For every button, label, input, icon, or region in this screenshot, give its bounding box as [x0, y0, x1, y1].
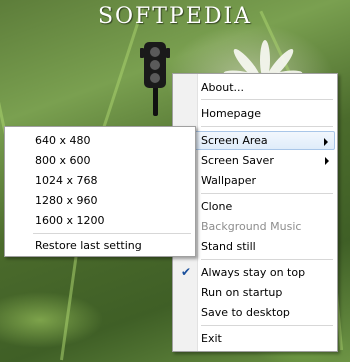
- chevron-right-icon: [325, 157, 329, 165]
- checkmark-icon: ✔: [181, 265, 192, 279]
- menu-separator: [201, 325, 333, 326]
- menu-item-screen-saver[interactable]: Screen Saver: [175, 151, 335, 170]
- menu-item-label: Restore last setting: [35, 239, 142, 252]
- menu-separator: [201, 193, 333, 194]
- menu-separator: [201, 99, 333, 100]
- menu-item-label: 800 x 600: [35, 154, 91, 167]
- menu-item-exit[interactable]: Exit: [175, 329, 335, 348]
- menu-item-label: Screen Saver: [201, 154, 274, 167]
- menu-item-always-on-top[interactable]: ✔ Always stay on top: [175, 263, 335, 282]
- menu-item-label: Exit: [201, 332, 222, 345]
- menu-item-label: Run on startup: [201, 286, 283, 299]
- menu-item-clone[interactable]: Clone: [175, 197, 335, 216]
- menu-item-label: Clone: [201, 200, 233, 213]
- menu-item-screen-area[interactable]: Screen Area: [175, 131, 335, 150]
- menu-item-about[interactable]: About...: [175, 78, 335, 97]
- menu-separator: [33, 233, 191, 234]
- menu-item-label: 1280 x 960: [35, 194, 98, 207]
- menu-item-wallpaper[interactable]: Wallpaper: [175, 171, 335, 190]
- screen-area-submenu: 640 x 480 800 x 600 1024 x 768 1280 x 96…: [4, 126, 196, 257]
- submenu-item-1280x960[interactable]: 1280 x 960: [7, 191, 193, 210]
- traffic-light-icon[interactable]: [140, 40, 170, 118]
- menu-item-label: Stand still: [201, 240, 256, 253]
- menu-item-label: Save to desktop: [201, 306, 290, 319]
- submenu-item-1024x768[interactable]: 1024 x 768: [7, 171, 193, 190]
- watermark-logo: SOFTPEDIA: [97, 4, 253, 29]
- menu-item-label: Homepage: [201, 107, 261, 120]
- submenu-item-800x600[interactable]: 800 x 600: [7, 151, 193, 170]
- menu-item-label: Always stay on top: [201, 266, 306, 279]
- submenu-item-640x480[interactable]: 640 x 480: [7, 131, 193, 150]
- menu-item-homepage[interactable]: Homepage: [175, 104, 335, 123]
- menu-item-run-on-startup[interactable]: Run on startup: [175, 283, 335, 302]
- menu-separator: [201, 126, 333, 127]
- menu-item-label: 1600 x 1200: [35, 214, 105, 227]
- menu-item-background-music: Background Music: [175, 217, 335, 236]
- menu-item-label: Wallpaper: [201, 174, 257, 187]
- context-menu: About... Homepage Screen Area Screen Sav…: [172, 73, 338, 352]
- submenu-item-1600x1200[interactable]: 1600 x 1200: [7, 211, 193, 230]
- menu-item-label: Screen Area: [201, 134, 268, 147]
- submenu-item-restore-last-setting[interactable]: Restore last setting: [7, 236, 193, 255]
- menu-item-label: 640 x 480: [35, 134, 91, 147]
- menu-item-label: Background Music: [201, 220, 302, 233]
- menu-separator: [201, 259, 333, 260]
- menu-item-save-to-desktop[interactable]: Save to desktop: [175, 303, 335, 322]
- menu-item-stand-still[interactable]: Stand still: [175, 237, 335, 256]
- menu-item-label: About...: [201, 81, 245, 94]
- chevron-right-icon: [324, 138, 328, 146]
- menu-item-label: 1024 x 768: [35, 174, 98, 187]
